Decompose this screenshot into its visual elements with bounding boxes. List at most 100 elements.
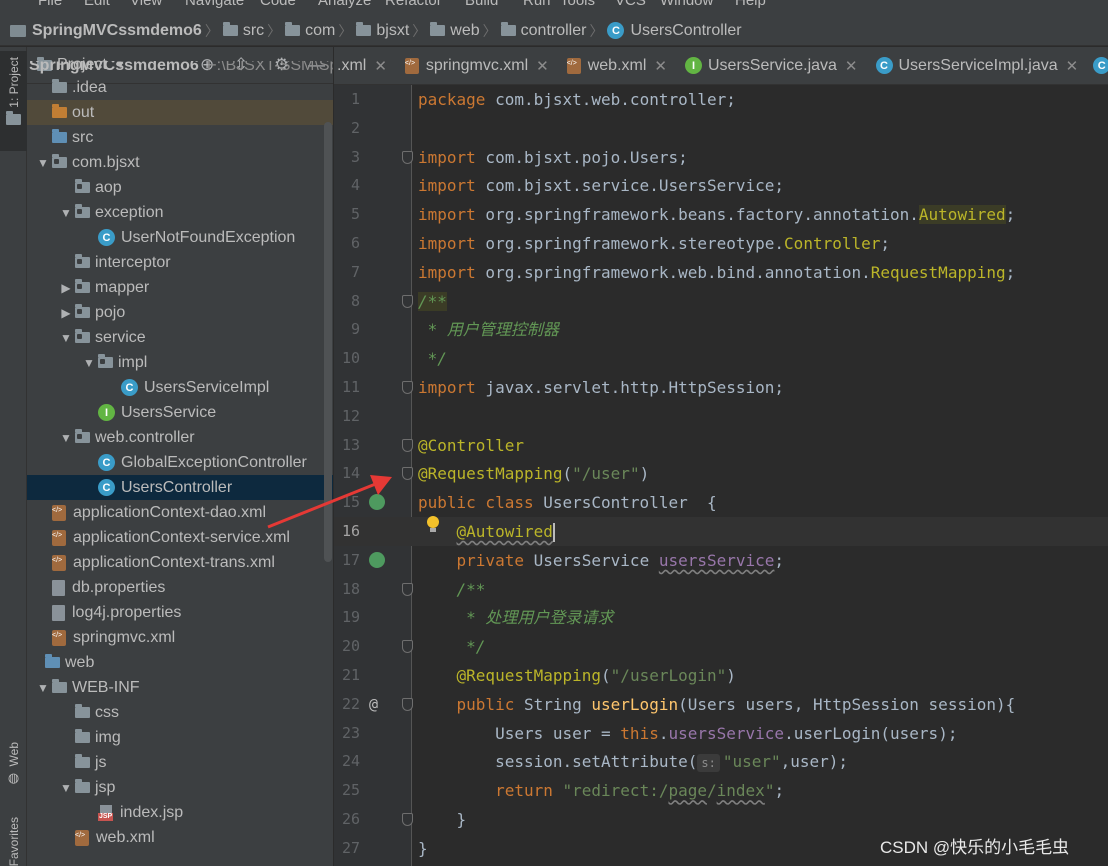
code-line[interactable]: 16 @Autowired xyxy=(334,517,1108,546)
code-line[interactable]: 4 import com.bjsxt.service.UsersService; xyxy=(334,171,1108,200)
code-line[interactable]: 19 * 处理用户登录请求 xyxy=(334,603,1108,632)
expand-arrow-icon[interactable]: ▼ xyxy=(34,681,52,695)
tree-item-src[interactable]: src xyxy=(27,125,333,150)
tree-item-jsp[interactable]: ▼ jsp xyxy=(27,775,333,800)
code-line[interactable]: 1 package com.bjsxt.web.controller; xyxy=(334,85,1108,114)
tree-item-idea[interactable]: .idea xyxy=(27,75,333,100)
tree-item-mapper[interactable]: ▶ mapper xyxy=(27,275,333,300)
web-tool-tab[interactable]: Web ◍ xyxy=(0,742,27,786)
mapping-icon[interactable]: @ xyxy=(369,695,389,715)
expand-arrow-icon[interactable]: ▼ xyxy=(57,781,75,795)
menu-item-refactor[interactable]: Refactor xyxy=(385,0,442,9)
tree-item-pojo[interactable]: ▶ pojo xyxy=(27,300,333,325)
expand-arrow-icon[interactable]: ▼ xyxy=(57,206,75,220)
fold-marker-icon[interactable] xyxy=(402,150,413,164)
tree-item-usersserviceimpl[interactable]: C UsersServiceImpl xyxy=(27,375,333,400)
project-tool-tab[interactable]: 1: Project xyxy=(0,51,27,151)
code-line[interactable]: 26 } xyxy=(334,805,1108,834)
tree-item-interceptor[interactable]: interceptor xyxy=(27,250,333,275)
tab-springmvc-xml[interactable]: springmvc.xml ✕ xyxy=(396,47,558,84)
breadcrumb-item[interactable]: bjsxt xyxy=(356,22,409,40)
tree-item-db-properties[interactable]: db.properties xyxy=(27,575,333,600)
code-line[interactable]: 17 private UsersService usersService; xyxy=(334,546,1108,575)
code-line[interactable]: 3 import com.bjsxt.pojo.Users; xyxy=(334,143,1108,172)
code-line[interactable]: 14 @RequestMapping("/user") xyxy=(334,459,1108,488)
code-line[interactable]: 18 /** xyxy=(334,575,1108,604)
menu-item-build[interactable]: Build xyxy=(465,0,498,9)
menu-item-window[interactable]: Window xyxy=(660,0,713,9)
code-line[interactable]: 2 xyxy=(334,114,1108,143)
code-line[interactable]: 8 /** xyxy=(334,287,1108,316)
close-icon[interactable]: ✕ xyxy=(374,57,387,75)
code-line[interactable]: 23 Users user = this.usersService.userLo… xyxy=(334,719,1108,748)
tree-item-service[interactable]: ▼ service xyxy=(27,325,333,350)
lightbulb-icon[interactable] xyxy=(426,516,440,534)
menu-item-file[interactable]: File xyxy=(38,0,62,9)
menu-item-run[interactable]: Run xyxy=(523,0,551,9)
tab-web-xml[interactable]: web.xml ✕ xyxy=(558,47,676,84)
breadcrumb-item[interactable]: controller xyxy=(500,22,586,40)
tree-item-index-jsp[interactable]: JSP index.jsp xyxy=(27,800,333,825)
menu-item-vcs[interactable]: VCS xyxy=(615,0,646,9)
collapse-arrow-icon[interactable]: ▶ xyxy=(57,281,75,295)
fold-marker-icon[interactable] xyxy=(402,294,413,308)
tree-item-springmvc-xml[interactable]: springmvc.xml xyxy=(27,625,333,650)
tree-item-com-bjsxt[interactable]: ▼ com.bjsxt xyxy=(27,150,333,175)
favorites-tool-tab[interactable]: 2: Favorites ★ xyxy=(0,817,27,866)
tree-item-js[interactable]: js xyxy=(27,750,333,775)
tab-xml[interactable]: .xml ✕ xyxy=(334,47,396,84)
menu-item-help[interactable]: Help xyxy=(735,0,766,9)
tree-item-web[interactable]: web xyxy=(27,650,333,675)
tree-item-web-inf[interactable]: ▼ WEB-INF xyxy=(27,675,333,700)
tree-item-web-controller[interactable]: ▼ web.controller xyxy=(27,425,333,450)
code-line[interactable]: 20 */ xyxy=(334,632,1108,661)
tree-item-log4j-properties[interactable]: log4j.properties xyxy=(27,600,333,625)
menu-item-tools[interactable]: Tools xyxy=(560,0,595,9)
tree-item-exception[interactable]: ▼ exception xyxy=(27,200,333,225)
menu-item-view[interactable]: View xyxy=(130,0,162,9)
tree-item-aop[interactable]: aop xyxy=(27,175,333,200)
tree-item-impl[interactable]: ▼ impl xyxy=(27,350,333,375)
breadcrumb-item[interactable]: C UsersController xyxy=(607,22,742,40)
class-icon[interactable]: C xyxy=(1093,57,1108,74)
fold-marker-icon[interactable] xyxy=(402,467,413,481)
fold-marker-icon[interactable] xyxy=(402,813,413,826)
fold-marker-icon[interactable] xyxy=(402,438,413,452)
tree-item-web-xml[interactable]: web.xml xyxy=(27,825,333,850)
fold-marker-icon[interactable] xyxy=(402,582,413,596)
expand-arrow-icon[interactable]: ▼ xyxy=(80,356,98,370)
close-icon[interactable]: ✕ xyxy=(1066,57,1079,75)
expand-arrow-icon[interactable]: ▼ xyxy=(34,156,52,170)
close-icon[interactable]: ✕ xyxy=(654,57,667,75)
code-line[interactable]: 11 import javax.servlet.http.HttpSession; xyxy=(334,373,1108,402)
tree-root-row[interactable]: SpringMVCssmdemo6 F:\BJSXT-SSM\Spr xyxy=(27,61,333,75)
menu-item-edit[interactable]: Edit xyxy=(84,0,110,9)
tree-item-applicationcontext-trans-xml[interactable]: applicationContext-trans.xml xyxy=(27,550,333,575)
code-line[interactable]: 21 @RequestMapping("/userLogin") xyxy=(334,661,1108,690)
tree-item-css[interactable]: css xyxy=(27,700,333,725)
code-line[interactable]: 7 import org.springframework.web.bind.ann… xyxy=(334,258,1108,287)
menu-item-code[interactable]: Code xyxy=(260,0,296,9)
code-line[interactable]: 5 import org.springframework.beans.factor… xyxy=(334,200,1108,229)
close-icon[interactable]: ✕ xyxy=(536,57,549,75)
expand-arrow-icon[interactable]: ▼ xyxy=(57,331,75,345)
code-line[interactable]: 15 public class UsersController { xyxy=(334,488,1108,517)
code-line[interactable]: 10 */ xyxy=(334,344,1108,373)
fold-marker-icon[interactable] xyxy=(402,697,413,711)
menu-item-analyze[interactable]: Analyze xyxy=(318,0,371,9)
code-line[interactable]: 22 @ public String userLogin(Users users,… xyxy=(334,690,1108,719)
breadcrumb-item[interactable]: SpringMVCssmdemo6 xyxy=(10,22,202,40)
fold-marker-icon[interactable] xyxy=(402,640,413,654)
tree-item-usernotfoundexception[interactable]: C UserNotFoundException xyxy=(27,225,333,250)
code-line[interactable]: 25 return "redirect:/page/index"; xyxy=(334,776,1108,805)
breadcrumb-item[interactable]: com xyxy=(285,22,335,40)
code-line[interactable]: 24 session.setAttribute(s: "user",user); xyxy=(334,747,1108,776)
expand-arrow-icon[interactable]: ▼ xyxy=(57,431,75,445)
breadcrumb-item[interactable]: web xyxy=(430,22,480,40)
code-line[interactable]: 6 import org.springframework.stereotype.C… xyxy=(334,229,1108,258)
close-icon[interactable]: ✕ xyxy=(845,57,858,75)
code-line[interactable]: 12 xyxy=(334,402,1108,431)
code-line[interactable]: 13 @Controller xyxy=(334,431,1108,460)
code-editor[interactable]: 1 package com.bjsxt.web.controller; 2 3 impo… xyxy=(334,85,1108,866)
tree-item-img[interactable]: img xyxy=(27,725,333,750)
